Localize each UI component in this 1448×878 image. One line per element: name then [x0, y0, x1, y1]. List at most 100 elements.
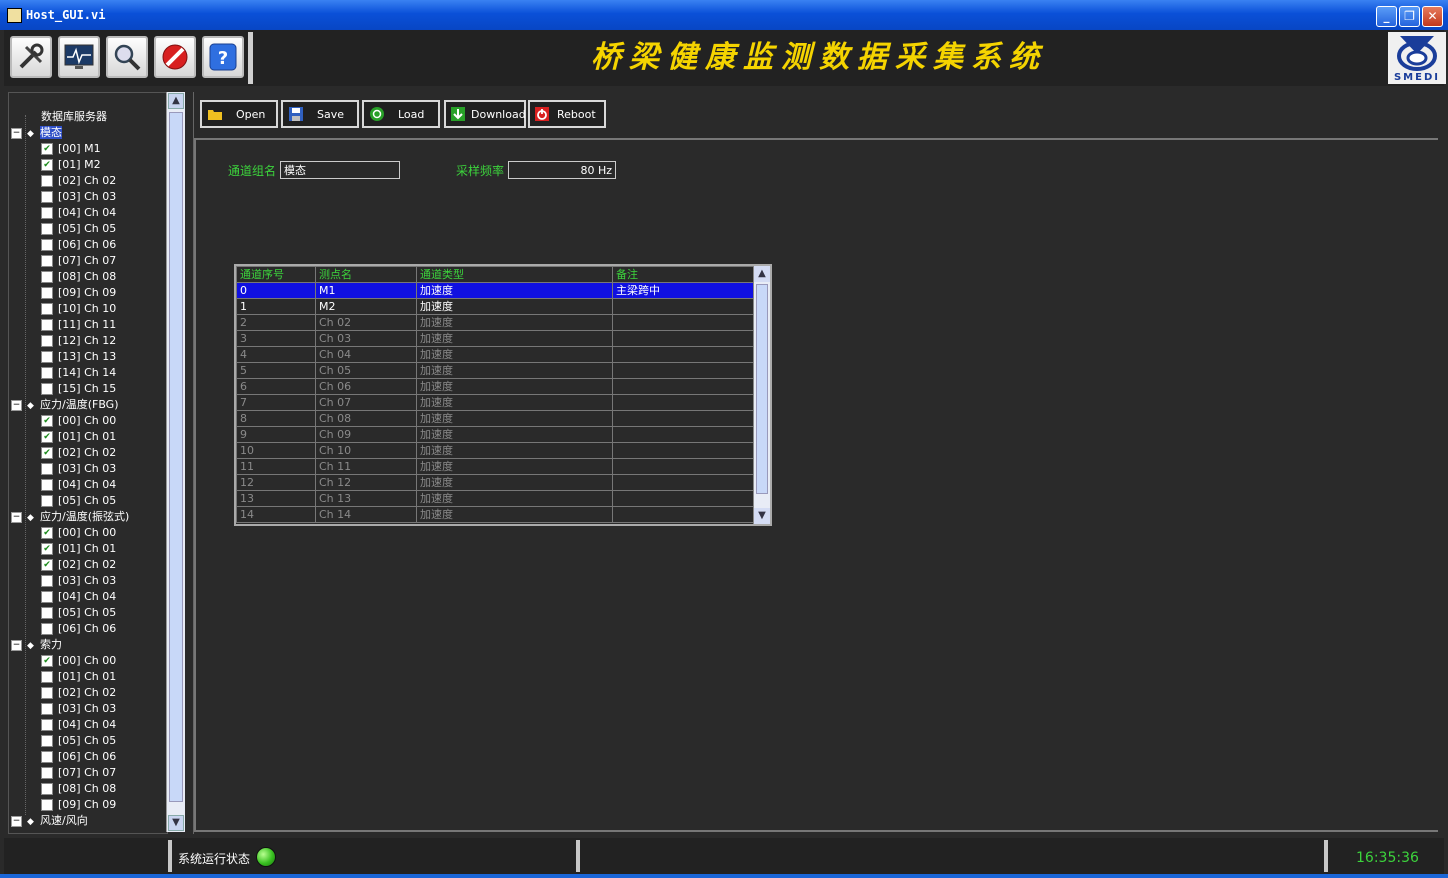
tree-item[interactable]: [03] Ch 03 [41, 573, 116, 589]
tree-group[interactable]: − ◆ 应力/温度(振弦式) [11, 509, 129, 525]
cell-note[interactable] [612, 410, 756, 427]
cell-point[interactable]: M1 [315, 282, 417, 299]
load-button[interactable]: Load [362, 100, 440, 128]
cell-index[interactable]: 11 [236, 458, 316, 475]
checkbox-icon[interactable] [41, 303, 53, 315]
checkbox-icon[interactable]: ✔ [41, 431, 53, 443]
table-row[interactable]: 9 Ch 09 加速度 [236, 426, 756, 443]
cell-type[interactable]: 加速度 [416, 426, 613, 443]
checkbox-icon[interactable] [41, 191, 53, 203]
tree-item[interactable]: [09] Ch 09 [41, 797, 116, 813]
checkbox-icon[interactable]: ✔ [41, 543, 53, 555]
tree-item[interactable]: [12] Ch 12 [41, 333, 116, 349]
tree-item[interactable]: ✔ [02] Ch 02 [41, 445, 116, 461]
scroll-down-icon[interactable]: ▼ [168, 815, 184, 831]
table-row[interactable]: 8 Ch 08 加速度 [236, 410, 756, 427]
cell-type[interactable]: 加速度 [416, 410, 613, 427]
cell-index[interactable]: 7 [236, 394, 316, 411]
checkbox-icon[interactable] [41, 351, 53, 363]
collapse-icon[interactable]: − [11, 815, 22, 827]
checkbox-icon[interactable] [41, 463, 53, 475]
checkbox-icon[interactable] [41, 719, 53, 731]
checkbox-icon[interactable] [41, 767, 53, 779]
tree-item[interactable]: [11] Ch 11 [41, 317, 116, 333]
cell-type[interactable]: 加速度 [416, 362, 613, 379]
tree-item[interactable]: [06] Ch 06 [41, 621, 116, 637]
tree-item[interactable]: [01] Ch 01 [41, 669, 116, 685]
table-scroll-up-icon[interactable]: ▲ [754, 266, 770, 282]
tree-item[interactable]: [09] Ch 09 [41, 285, 116, 301]
checkbox-icon[interactable]: ✔ [41, 559, 53, 571]
checkbox-icon[interactable] [41, 383, 53, 395]
channel-table[interactable]: 通道序号 测点名 通道类型 备注 0 M1 加速度 主梁跨中 1 M2 加速度 2 Ch 02 加… [234, 264, 772, 526]
tree-item[interactable]: [10] Ch 10 [41, 301, 116, 317]
tree-item[interactable]: [02] Ch 02 [41, 685, 116, 701]
cell-type[interactable]: 加速度 [416, 458, 613, 475]
checkbox-icon[interactable]: ✔ [41, 415, 53, 427]
cell-point[interactable]: Ch 09 [315, 426, 417, 443]
cell-index[interactable]: 6 [236, 378, 316, 395]
tree-item[interactable]: [05] Ch 05 [41, 221, 116, 237]
checkbox-icon[interactable] [41, 239, 53, 251]
checkbox-icon[interactable] [41, 367, 53, 379]
tree-item[interactable]: [04] Ch 04 [41, 477, 116, 493]
cell-note[interactable] [612, 314, 756, 331]
cell-point[interactable]: Ch 06 [315, 378, 417, 395]
tree-item[interactable]: ✔ [01] M2 [41, 157, 101, 173]
checkbox-icon[interactable]: ✔ [41, 655, 53, 667]
cell-note[interactable] [612, 394, 756, 411]
scroll-thumb[interactable] [169, 112, 183, 802]
table-scroll-thumb[interactable] [756, 284, 768, 494]
tree-item[interactable]: [04] Ch 04 [41, 205, 116, 221]
tree-item[interactable]: [06] Ch 06 [41, 749, 116, 765]
tree-item[interactable]: ✔ [02] Ch 02 [41, 557, 116, 573]
cell-index[interactable]: 5 [236, 362, 316, 379]
checkbox-icon[interactable] [41, 271, 53, 283]
cell-note[interactable]: 主梁跨中 [612, 282, 756, 299]
cell-point[interactable]: Ch 05 [315, 362, 417, 379]
checkbox-icon[interactable]: ✔ [41, 447, 53, 459]
cell-point[interactable]: Ch 02 [315, 314, 417, 331]
cell-index[interactable]: 12 [236, 474, 316, 491]
tree-item[interactable]: ✔ [00] Ch 00 [41, 653, 116, 669]
cell-point[interactable]: Ch 14 [315, 506, 417, 523]
cell-index[interactable]: 3 [236, 330, 316, 347]
cell-type[interactable]: 加速度 [416, 442, 613, 459]
tree-item[interactable]: [02] Ch 02 [41, 173, 116, 189]
tools-icon[interactable] [10, 36, 52, 78]
tree-item[interactable]: [08] Ch 08 [41, 781, 116, 797]
help-icon[interactable]: ? [202, 36, 244, 78]
tree-item[interactable]: [06] Ch 06 [41, 237, 116, 253]
checkbox-icon[interactable] [41, 735, 53, 747]
reboot-button[interactable]: Reboot [528, 100, 606, 128]
tree-item[interactable]: [05] Ch 05 [41, 733, 116, 749]
cell-type[interactable]: 加速度 [416, 346, 613, 363]
cell-point[interactable]: Ch 10 [315, 442, 417, 459]
cell-note[interactable] [612, 490, 756, 507]
checkbox-icon[interactable] [41, 255, 53, 267]
cell-point[interactable]: Ch 08 [315, 410, 417, 427]
checkbox-icon[interactable] [41, 287, 53, 299]
scroll-up-icon[interactable]: ▲ [168, 93, 184, 109]
table-row[interactable]: 6 Ch 06 加速度 [236, 378, 756, 395]
minimize-button[interactable]: _ [1376, 6, 1397, 27]
cell-index[interactable]: 0 [236, 282, 316, 299]
tree-item[interactable]: [07] Ch 07 [41, 253, 116, 269]
tree-item[interactable]: [04] Ch 04 [41, 717, 116, 733]
tree-item[interactable]: ✔ [00] Ch 00 [41, 413, 116, 429]
tree-root[interactable]: 数据库服务器 [41, 109, 107, 125]
cell-note[interactable] [612, 442, 756, 459]
cell-type[interactable]: 加速度 [416, 394, 613, 411]
cell-type[interactable]: 加速度 [416, 474, 613, 491]
checkbox-icon[interactable] [41, 319, 53, 331]
sample-rate-field[interactable]: 80 Hz [508, 161, 616, 179]
tree-item[interactable]: [04] Ch 04 [41, 589, 116, 605]
tree-scrollbar[interactable]: ▲ ▼ [166, 92, 185, 832]
group-name-field[interactable]: 模态 [280, 161, 400, 179]
cell-note[interactable] [612, 506, 756, 523]
checkbox-icon[interactable] [41, 703, 53, 715]
tree-group[interactable]: − ◆ 风速/风向 [11, 813, 88, 829]
checkbox-icon[interactable] [41, 335, 53, 347]
cell-type[interactable]: 加速度 [416, 330, 613, 347]
cell-type[interactable]: 加速度 [416, 314, 613, 331]
